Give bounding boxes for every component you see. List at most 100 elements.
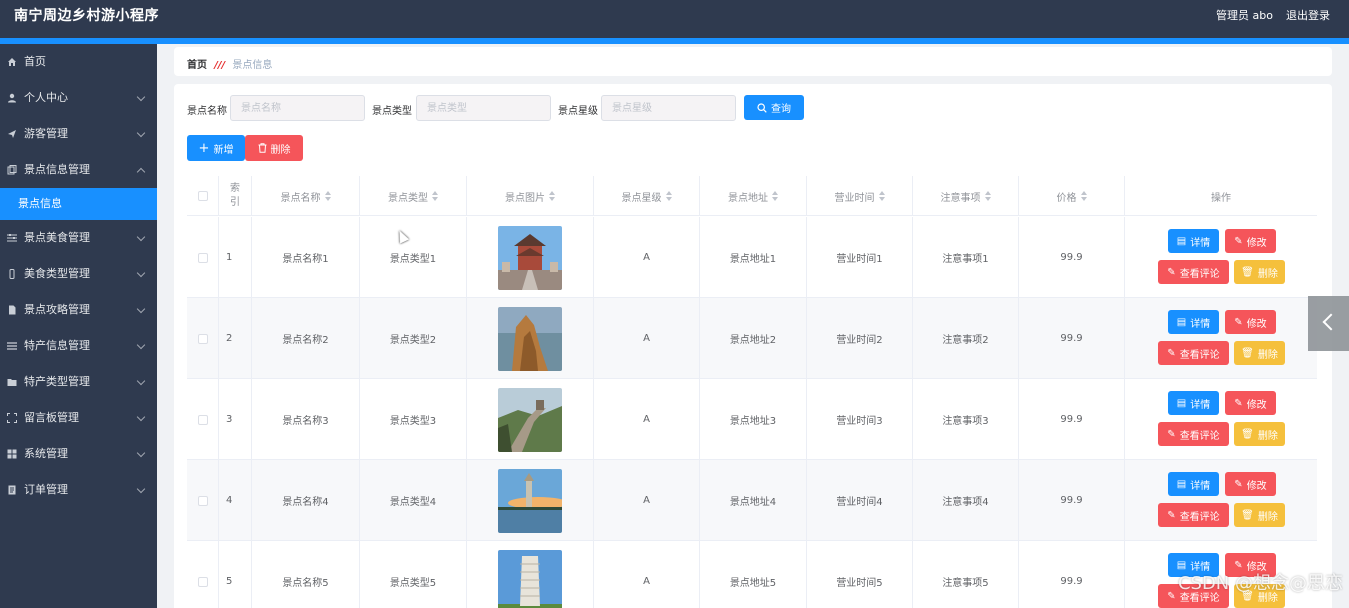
edit-button[interactable]: ✎ 修改: [1225, 472, 1276, 496]
add-button[interactable]: + 新增: [187, 135, 245, 161]
trash-icon: 🗑: [1241, 509, 1254, 521]
delete-button[interactable]: 🗑 删除: [1234, 422, 1285, 446]
sidebar-item-spot-guide[interactable]: 景点攻略管理: [0, 292, 157, 328]
row-checkbox[interactable]: [197, 252, 208, 263]
th-address[interactable]: 景点地址: [700, 176, 807, 216]
table-row: 2 景点名称2 景点类型2 A 景点地址2 营业时间2 注意事项2 99.9 ▤…: [187, 298, 1317, 379]
cell-type: 景点类型4: [360, 460, 467, 541]
sidebar-item-label: 景点美食管理: [24, 231, 90, 244]
edit-button[interactable]: ✎ 修改: [1225, 229, 1276, 253]
sidebar-item-label: 美食类型管理: [24, 267, 90, 280]
edit-label: 修改: [1246, 318, 1267, 330]
sidebar-item-visitors[interactable]: 游客管理: [0, 116, 157, 152]
sidebar-item-personal-center[interactable]: 个人中心: [0, 80, 157, 116]
app-title: 南宁周边乡村游小程序: [14, 8, 159, 24]
sort-icon[interactable]: [665, 191, 672, 201]
spot-image[interactable]: [498, 225, 562, 290]
spot-image[interactable]: [498, 306, 562, 371]
sidebar-item-spot-food[interactable]: 景点美食管理: [0, 220, 157, 256]
query-button[interactable]: 查询: [744, 95, 804, 120]
side-drawer-toggle[interactable]: [1308, 296, 1349, 351]
reviews-button[interactable]: ✎ 查看评论: [1158, 422, 1229, 446]
row-checkbox[interactable]: [197, 576, 208, 587]
cell-ops: ▤ 详情 ✎ 修改 ✎ 查看评论 🗑 删除: [1125, 298, 1317, 379]
reviews-label: 查看评论: [1179, 349, 1220, 361]
th-type[interactable]: 景点类型: [360, 176, 467, 216]
sidebar-item-specialty-info[interactable]: 特产信息管理: [0, 328, 157, 364]
sidebar-item-label: 景点信息管理: [24, 163, 90, 176]
chevron-up-icon: [136, 167, 146, 177]
detail-button[interactable]: ▤ 详情: [1168, 310, 1219, 334]
th-image[interactable]: 景点图片: [467, 176, 594, 216]
delete-button[interactable]: 🗑 删除: [1234, 260, 1285, 284]
cell-level: A: [594, 217, 700, 298]
reviews-button[interactable]: ✎ 查看评论: [1158, 503, 1229, 527]
logout-link[interactable]: 退出登录: [1286, 7, 1330, 23]
edit-button[interactable]: ✎ 修改: [1225, 310, 1276, 334]
cell-ops: ▤ 详情 ✎ 修改 ✎ 查看评论 🗑 删除: [1125, 217, 1317, 298]
cell-level: A: [594, 379, 700, 460]
spot-type-input[interactable]: [416, 95, 551, 121]
sort-icon[interactable]: [984, 191, 991, 201]
cell-hours: 营业时间3: [807, 379, 913, 460]
frame-icon: [7, 413, 17, 423]
row-checkbox[interactable]: [197, 333, 208, 344]
reviews-label: 查看评论: [1179, 511, 1220, 523]
detail-button[interactable]: ▤ 详情: [1168, 229, 1219, 253]
chevron-down-icon: [136, 340, 146, 350]
detail-button[interactable]: ▤ 详情: [1168, 391, 1219, 415]
chevron-down-icon: [136, 232, 146, 242]
select-all-checkbox[interactable]: [197, 191, 208, 201]
select-all-cell: [187, 176, 219, 216]
delete-button[interactable]: 🗑 删除: [1234, 341, 1285, 365]
reviews-label: 查看评论: [1179, 268, 1220, 280]
edit-button[interactable]: ✎ 修改: [1225, 391, 1276, 415]
sidebar-item-spot-info-mgmt[interactable]: 景点信息管理: [0, 152, 157, 188]
row-checkbox[interactable]: [197, 495, 208, 506]
sort-icon[interactable]: [324, 191, 331, 201]
sidebar-item-orders[interactable]: 订单管理: [0, 472, 157, 508]
sort-icon[interactable]: [1080, 191, 1087, 201]
spot-level-input[interactable]: [601, 95, 736, 121]
sidebar-item-specialty-type[interactable]: 特产类型管理: [0, 364, 157, 400]
sidebar-item-system[interactable]: 系统管理: [0, 436, 157, 472]
row-checkbox[interactable]: [197, 414, 208, 425]
sidebar-item-spot-info[interactable]: 景点信息: [0, 188, 157, 220]
reviews-button[interactable]: ✎ 查看评论: [1158, 341, 1229, 365]
breadcrumb-home[interactable]: 首页: [187, 60, 207, 71]
sort-icon[interactable]: [772, 191, 778, 201]
edit-icon: ✎: [1167, 509, 1176, 521]
detail-label: 详情: [1190, 480, 1211, 492]
sidebar-item-label: 游客管理: [24, 127, 68, 140]
sort-icon[interactable]: [432, 191, 438, 201]
spot-image[interactable]: [498, 549, 562, 608]
spot-image[interactable]: [498, 468, 562, 533]
th-level[interactable]: 景点星级: [594, 176, 700, 216]
spot-name-input[interactable]: [230, 95, 365, 121]
th-notes[interactable]: 注意事项: [913, 176, 1019, 216]
th-hours[interactable]: 营业时间: [807, 176, 913, 216]
cell-type: 景点类型2: [360, 298, 467, 379]
sidebar-item-food-type[interactable]: 美食类型管理: [0, 256, 157, 292]
chevron-down-icon: [136, 484, 146, 494]
top-header: 南宁周边乡村游小程序 管理员 abo 退出登录: [0, 0, 1349, 38]
sort-icon[interactable]: [549, 191, 555, 201]
th-name[interactable]: 景点名称: [252, 176, 360, 216]
detail-button[interactable]: ▤ 详情: [1168, 472, 1219, 496]
cell-index: 5: [219, 541, 252, 608]
delete-button[interactable]: 🗑 删除: [1234, 503, 1285, 527]
th-price[interactable]: 价格: [1019, 176, 1125, 216]
spot-image[interactable]: [498, 387, 562, 452]
sidebar-item-message-board[interactable]: 留言板管理: [0, 400, 157, 436]
cell-level: A: [594, 460, 700, 541]
detail-icon: ▤: [1176, 478, 1187, 490]
sidebar-item-home[interactable]: 首页: [0, 44, 157, 80]
cell-type: 景点类型1: [360, 217, 467, 298]
cell-index: 4: [219, 460, 252, 541]
edit-icon: ✎: [1234, 235, 1243, 247]
sort-icon[interactable]: [878, 191, 885, 201]
home-icon: [8, 58, 16, 66]
batch-delete-button[interactable]: 删除: [245, 135, 303, 161]
reviews-button[interactable]: ✎ 查看评论: [1158, 260, 1229, 284]
cell-price: 99.9: [1019, 460, 1125, 541]
